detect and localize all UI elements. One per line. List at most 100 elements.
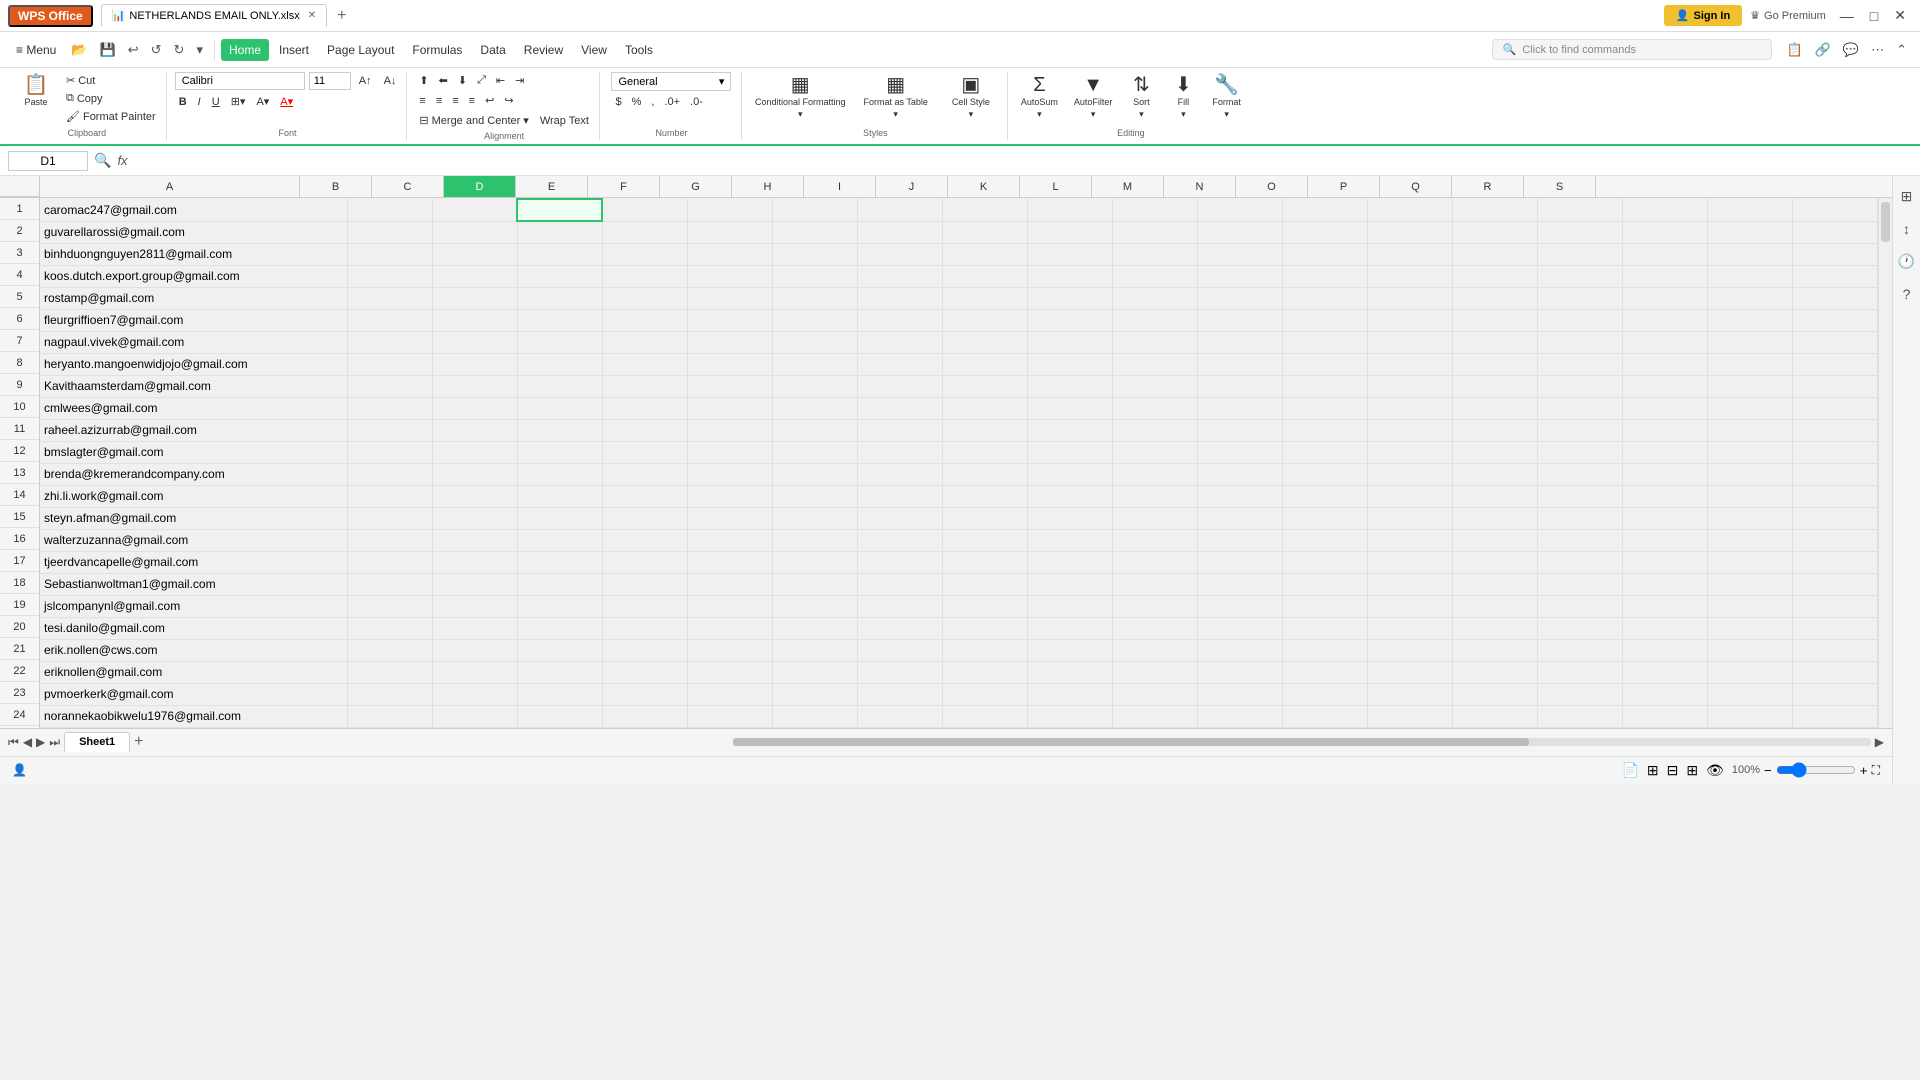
cell-C21[interactable] [432,639,517,661]
cell-S3[interactable] [1792,243,1877,265]
cell-G9[interactable] [772,375,857,397]
cell-H6[interactable] [857,309,942,331]
cell-B18[interactable] [347,573,432,595]
cell-G2[interactable] [772,221,857,243]
cell-style-btn[interactable]: ▣ Cell Style ▾ [941,72,1001,123]
cell-J24[interactable] [1027,705,1112,727]
cell-M13[interactable] [1282,463,1367,485]
cell-R20[interactable] [1707,617,1792,639]
cell-G6[interactable] [772,309,857,331]
row-num-24[interactable]: 24 [0,704,39,726]
cell-F21[interactable] [687,639,772,661]
row-num-4[interactable]: 4 [0,264,39,286]
cell-I1[interactable] [942,199,1027,221]
col-header-g[interactable]: G [660,176,732,197]
cell-O11[interactable] [1452,419,1537,441]
cell-S23[interactable] [1792,683,1877,705]
percent-btn[interactable]: % [628,94,646,110]
cell-Q10[interactable] [1622,397,1707,419]
cell-I11[interactable] [942,419,1027,441]
fullscreen-btn[interactable]: ⛶ [1872,763,1880,778]
cell-A2[interactable]: guvarellarossi@gmail.com [40,221,347,243]
corner-cell[interactable] [0,176,40,197]
row-num-16[interactable]: 16 [0,528,39,550]
cell-D2[interactable] [517,221,602,243]
row-num-6[interactable]: 6 [0,308,39,330]
cell-H10[interactable] [857,397,942,419]
cell-E4[interactable] [602,265,687,287]
cell-M6[interactable] [1282,309,1367,331]
cell-G7[interactable] [772,331,857,353]
cell-Q4[interactable] [1622,265,1707,287]
cell-M9[interactable] [1282,375,1367,397]
cell-G24[interactable] [772,705,857,727]
cell-A23[interactable]: pvmoerkerk@gmail.com [40,683,347,705]
conditional-formatting-btn[interactable]: ▦ Conditional Formatting ▾ [750,72,851,123]
cell-I8[interactable] [942,353,1027,375]
cell-F4[interactable] [687,265,772,287]
h-scroll-right[interactable]: ▶ [1875,735,1884,749]
cell-P14[interactable] [1537,485,1622,507]
cell-Q19[interactable] [1622,595,1707,617]
cell-L3[interactable] [1197,243,1282,265]
cell-O16[interactable] [1452,529,1537,551]
cell-L8[interactable] [1197,353,1282,375]
cell-E11[interactable] [602,419,687,441]
fit-view-btn[interactable]: ⊞ [1686,762,1698,779]
cell-I20[interactable] [942,617,1027,639]
cell-Q12[interactable] [1622,441,1707,463]
cell-D10[interactable] [517,397,602,419]
cell-I14[interactable] [942,485,1027,507]
scroll-thumb[interactable] [1881,202,1890,242]
cell-L6[interactable] [1197,309,1282,331]
cell-C15[interactable] [432,507,517,529]
cell-H9[interactable] [857,375,942,397]
cell-P9[interactable] [1537,375,1622,397]
cell-O5[interactable] [1452,287,1537,309]
cell-Q6[interactable] [1622,309,1707,331]
cell-N21[interactable] [1367,639,1452,661]
cell-P4[interactable] [1537,265,1622,287]
cell-N7[interactable] [1367,331,1452,353]
cell-A8[interactable]: heryanto.mangoenwidjojo@gmail.com [40,353,347,375]
cell-R1[interactable] [1707,199,1792,221]
border-btn[interactable]: ⊞▾ [227,93,250,110]
right-panel-help-btn[interactable]: ? [1899,282,1915,306]
cell-H17[interactable] [857,551,942,573]
cell-R13[interactable] [1707,463,1792,485]
cell-F18[interactable] [687,573,772,595]
cell-K15[interactable] [1112,507,1197,529]
cell-O7[interactable] [1452,331,1537,353]
cell-A22[interactable]: eriknollen@gmail.com [40,661,347,683]
cell-R4[interactable] [1707,265,1792,287]
cell-F7[interactable] [687,331,772,353]
cell-A14[interactable]: zhi.li.work@gmail.com [40,485,347,507]
tab-page-layout[interactable]: Page Layout [319,39,402,61]
cell-D15[interactable] [517,507,602,529]
cell-J21[interactable] [1027,639,1112,661]
row-num-9[interactable]: 9 [0,374,39,396]
autofilter-btn[interactable]: ▼ AutoFilter ▾ [1069,72,1118,123]
cell-B19[interactable] [347,595,432,617]
cell-O23[interactable] [1452,683,1537,705]
cell-A21[interactable]: erik.nollen@cws.com [40,639,347,661]
cell-R12[interactable] [1707,441,1792,463]
cell-E17[interactable] [602,551,687,573]
layout-view-btn[interactable]: ⊟ [1667,762,1679,779]
cell-P22[interactable] [1537,661,1622,683]
number-format-box[interactable]: General ▾ [611,72,731,91]
cell-H3[interactable] [857,243,942,265]
right-panel-btn1[interactable]: ⊞ [1897,184,1917,209]
fill-color-btn[interactable]: A▾ [252,93,273,110]
col-header-q[interactable]: Q [1380,176,1452,197]
format-painter-btn[interactable]: 🖌 Format Painter [62,108,160,125]
collapse-ribbon-btn[interactable]: ⌃ [1891,39,1912,61]
cell-J2[interactable] [1027,221,1112,243]
cell-S7[interactable] [1792,331,1877,353]
cell-D12[interactable] [517,441,602,463]
open-btn[interactable]: 📂 [66,39,92,61]
cell-H24[interactable] [857,705,942,727]
cell-I3[interactable] [942,243,1027,265]
cell-M10[interactable] [1282,397,1367,419]
cell-K19[interactable] [1112,595,1197,617]
